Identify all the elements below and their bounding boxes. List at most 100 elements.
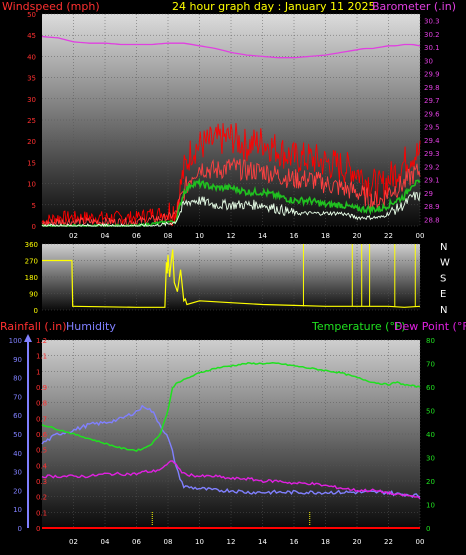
barometer-tick-label: 29.4 — [424, 137, 440, 145]
compass-labels: NWSEN — [440, 242, 450, 316]
temperature-tick-label: 50 — [426, 408, 435, 416]
humidity-tick-label: 90 — [13, 356, 22, 364]
rainfall-tick-label: 0.6 — [36, 431, 48, 439]
windspeed-tick-label: 0 — [32, 223, 36, 231]
direction-axis-ticks: 0 90 180 270 360 — [25, 241, 38, 315]
weather-graph-page: 0 5 10 15 20 25 30 35 40 45 50 28.8 28.9 29 29.1 29.2 29… — [0, 0, 466, 555]
barometer-tick-label: 30.2 — [424, 31, 440, 39]
hour-tick-label-top: 16 — [290, 232, 299, 240]
rainfall-tick-label: 0.7 — [36, 415, 47, 423]
compass-letter: E — [440, 289, 446, 300]
humidity-tick-label: 20 — [13, 487, 22, 495]
windspeed-tick-label: 25 — [27, 117, 36, 125]
barometer-tick-label: 30.3 — [424, 18, 440, 26]
hour-tick-label-bottom: 20 — [353, 538, 362, 546]
temperature-tick-label: 60 — [426, 384, 435, 392]
hour-tick-label-bottom: 22 — [384, 538, 393, 546]
page-title: 24 hour graph day : January 11 2025 — [172, 0, 376, 13]
barometer-tick-label: 29.7 — [424, 97, 440, 105]
barometer-tick-label: 29.6 — [424, 110, 440, 118]
hour-tick-label-top: 00 — [416, 232, 425, 240]
windspeed-tick-label: 40 — [27, 53, 36, 61]
barometer-tick-label: 29.5 — [424, 124, 440, 132]
temperature-tick-label: 40 — [426, 431, 435, 439]
hour-tick-label-top: 04 — [101, 232, 110, 240]
hour-tick-label-bottom: 06 — [132, 538, 141, 546]
hour-tick-label-top: 06 — [132, 232, 141, 240]
rainfall-tick-label: 0.4 — [36, 462, 48, 470]
hour-tick-label-top: 12 — [227, 232, 236, 240]
barometer-tick-label: 28.8 — [424, 216, 440, 224]
windspeed-tick-label: 30 — [27, 96, 36, 104]
compass-letter: N — [440, 305, 447, 316]
temperature-tick-label: 30 — [426, 455, 435, 463]
windspeed-tick-label: 45 — [27, 32, 36, 40]
humidity-tick-label: 60 — [13, 412, 22, 420]
temperature-axis-label: Temperature (°F) — [311, 320, 406, 333]
hour-tick-label-top: 14 — [258, 232, 267, 240]
humidity-axis-arrow — [24, 334, 32, 342]
rainfall-tick-label: 0.3 — [36, 478, 47, 486]
hour-tick-label-top: 08 — [164, 232, 173, 240]
temperature-tick-label: 70 — [426, 361, 435, 369]
compass-letter: W — [440, 258, 450, 269]
windspeed-tick-label: 5 — [32, 202, 36, 210]
humidity-tick-label: 30 — [13, 469, 22, 477]
rainfall-tick-label: 0.1 — [36, 509, 47, 517]
hour-tick-label-top: 20 — [353, 232, 362, 240]
rainfall-tick-label: 0.9 — [36, 384, 47, 392]
rainfall-tick-label: 1.2 — [36, 337, 47, 345]
windspeed-tick-label: 15 — [27, 159, 36, 167]
dewpoint-axis-label: Dew Point (°F) — [394, 320, 466, 333]
direction-tick-label: 360 — [25, 241, 38, 249]
windspeed-tick-label: 10 — [27, 181, 36, 189]
temperature-tick-label: 0 — [426, 525, 430, 533]
rainfall-tick-label: 0 — [36, 525, 40, 533]
hour-tick-label-bottom: 00 — [416, 538, 425, 546]
hour-tick-label-bottom: 12 — [227, 538, 236, 546]
windspeed-tick-label: 20 — [27, 138, 36, 146]
rainfall-tick-label: 1.1 — [36, 353, 47, 361]
barometer-tick-label: 30 — [424, 57, 433, 65]
direction-tick-label: 180 — [25, 274, 38, 282]
hour-tick-label-bottom: 08 — [164, 538, 173, 546]
hour-tick-label-bottom: 18 — [321, 538, 330, 546]
windspeed-tick-label: 35 — [27, 75, 36, 83]
rainfall-tick-label: 0.2 — [36, 494, 47, 502]
hour-tick-label-top: 10 — [195, 232, 204, 240]
barometer-tick-label: 29 — [424, 190, 433, 198]
rainfall-axis-label: Rainfall (.in) — [0, 320, 67, 333]
compass-letter: S — [440, 273, 446, 284]
humidity-tick-label: 0 — [18, 525, 22, 533]
rainfall-tick-label: 0.8 — [36, 400, 47, 408]
hour-tick-label-bottom: 10 — [195, 538, 204, 546]
hour-tick-label-top: 18 — [321, 232, 330, 240]
temperature-tick-label: 80 — [426, 337, 435, 345]
weather-charts-svg: 0510152025303540455028.828.92929.129.229… — [0, 0, 466, 546]
humidity-tick-label: 50 — [13, 431, 22, 439]
rainfall-tick-label: 0.5 — [36, 447, 47, 455]
direction-tick-label: 90 — [29, 291, 38, 299]
humidity-tick-label: 10 — [13, 506, 22, 514]
humidity-axis-label: Humidity — [66, 320, 116, 333]
humidity-tick-label: 40 — [13, 450, 22, 458]
direction-tick-label: 270 — [25, 258, 38, 266]
barometer-tick-label: 29.9 — [424, 71, 440, 79]
barometer-tick-label: 29.3 — [424, 150, 440, 158]
humidity-tick-label: 70 — [13, 393, 22, 401]
humidity-tick-label: 80 — [13, 375, 22, 383]
barometer-tick-label: 29.2 — [424, 163, 440, 171]
barometer-tick-label: 30.1 — [424, 44, 440, 52]
hour-tick-label-top: 02 — [69, 232, 78, 240]
rainfall-tick-label: 1 — [36, 368, 40, 376]
barometer-tick-label: 29.8 — [424, 84, 440, 92]
compass-letter: N — [440, 242, 447, 253]
temperature-tick-label: 10 — [426, 502, 435, 510]
hour-tick-label-bottom: 04 — [101, 538, 110, 546]
hour-tick-label-bottom: 16 — [290, 538, 299, 546]
hour-tick-label-top: 22 — [384, 232, 393, 240]
barometer-tick-label: 28.9 — [424, 203, 440, 211]
humidity-tick-label: 100 — [9, 337, 22, 345]
barometer-axis-label: Barometer (.in) — [372, 0, 456, 13]
temperature-tick-label: 20 — [426, 478, 435, 486]
